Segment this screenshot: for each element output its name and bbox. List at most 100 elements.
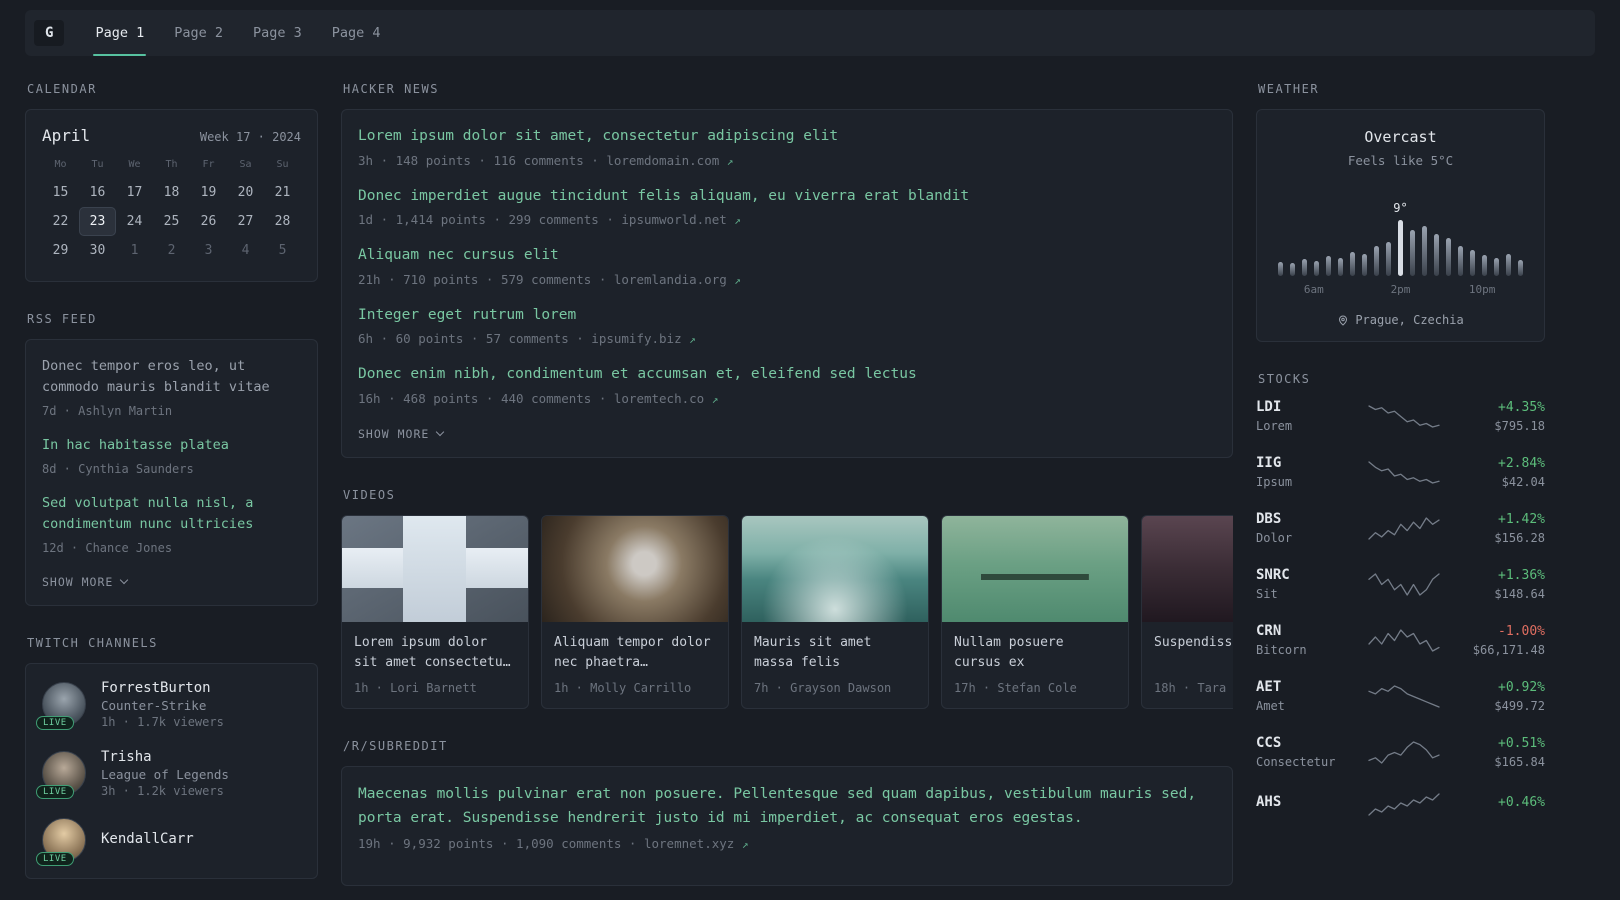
- channel-avatar[interactable]: LIVE: [36, 817, 86, 866]
- temperature-bar-chart: 9°: [1273, 192, 1528, 276]
- stock-price: $795.18: [1494, 418, 1545, 433]
- temperature-bar: [1338, 258, 1343, 276]
- page-tab[interactable]: Page 1: [80, 10, 159, 56]
- chevron-down-icon: [436, 427, 445, 437]
- stock-change: +0.46%: [1498, 794, 1545, 810]
- calendar-day[interactable]: 25: [153, 207, 190, 236]
- page-tab[interactable]: Page 4: [317, 10, 396, 56]
- weather-feels-like: Feels like 5°C: [1347, 153, 1454, 168]
- post-source-link[interactable]: loremnet.xyz ↗: [644, 836, 748, 851]
- calendar-day[interactable]: 17: [116, 178, 153, 207]
- twitch-channel[interactable]: LIVE KendallCarr: [36, 817, 301, 866]
- calendar-day[interactable]: 28: [264, 207, 301, 236]
- channel-name[interactable]: KendallCarr: [101, 831, 194, 847]
- calendar-day[interactable]: 21: [264, 178, 301, 207]
- page-tab[interactable]: Page 3: [238, 10, 317, 56]
- video-card[interactable]: Nullam posuere cursus ex 17h · Stefan Co…: [941, 514, 1129, 710]
- story-source-link[interactable]: ipsumify.biz ↗: [591, 331, 695, 346]
- post-link[interactable]: Maecenas mollis pulvinar erat non posuer…: [358, 783, 1216, 831]
- video-card[interactable]: Mauris sit amet massa felis 7h · Grayson…: [741, 514, 929, 710]
- stock-price: $66,171.48: [1472, 642, 1545, 657]
- calendar-day[interactable]: 3: [190, 236, 227, 265]
- calendar-day[interactable]: 19: [190, 178, 227, 207]
- stock-row[interactable]: DBS Dolor +1.42% $156.28: [1256, 511, 1545, 545]
- rss-section-title: RSS FEED: [27, 312, 97, 326]
- calendar-day[interactable]: 27: [227, 207, 264, 236]
- rss-show-more-button[interactable]: SHOW MORE: [42, 572, 129, 589]
- weather-panel: Overcast Feels like 5°C 9° 6am 2pm 10pm …: [1256, 109, 1545, 342]
- calendar-day[interactable]: 20: [227, 178, 264, 207]
- calendar-day[interactable]: 18: [153, 178, 190, 207]
- story-source-link[interactable]: loremdomain.com ↗: [606, 153, 733, 168]
- rss-link[interactable]: Sed volutpat nulla nisl, a condimentum n…: [42, 493, 301, 535]
- stock-symbol[interactable]: IIG: [1256, 455, 1354, 471]
- stock-symbol[interactable]: CCS: [1256, 735, 1354, 751]
- story-link[interactable]: Donec imperdiet augue tincidunt felis al…: [358, 186, 1216, 208]
- stock-row[interactable]: AET Amet +0.92% $499.72: [1256, 679, 1545, 713]
- stock-change: +0.92%: [1498, 679, 1545, 695]
- story-link[interactable]: Lorem ipsum dolor sit amet, consectetur …: [358, 126, 1216, 148]
- app-logo[interactable]: G: [34, 20, 65, 46]
- temperature-bar: [1506, 254, 1511, 276]
- calendar-day[interactable]: 23: [79, 207, 116, 236]
- video-thumbnail: [942, 515, 1128, 622]
- calendar-day[interactable]: 5: [264, 236, 301, 265]
- temperature-bar: [1410, 230, 1415, 276]
- stock-name: Dolor: [1256, 531, 1293, 545]
- story-link[interactable]: Aliquam nec cursus elit: [358, 245, 1216, 267]
- stock-row[interactable]: CCS Consectetur +0.51% $165.84: [1256, 735, 1545, 769]
- calendar-day[interactable]: 24: [116, 207, 153, 236]
- calendar-day[interactable]: 29: [42, 236, 79, 265]
- stock-symbol[interactable]: AHS: [1256, 794, 1354, 810]
- calendar-day[interactable]: 2: [153, 236, 190, 265]
- calendar-day[interactable]: 26: [190, 207, 227, 236]
- stock-symbol[interactable]: AET: [1256, 679, 1354, 695]
- stock-row[interactable]: IIG Ipsum +2.84% $42.04: [1256, 455, 1545, 489]
- stocks-section-title: STOCKS: [1258, 372, 1311, 386]
- video-card[interactable]: Lorem ipsum dolor sit amet consectetu… 1…: [341, 514, 529, 710]
- page-tab[interactable]: Page 2: [159, 10, 238, 56]
- videos-widget: VIDEOS Lorem ipsum dolor sit amet consec…: [341, 488, 1233, 710]
- channel-meta: 1h · 1.7k viewers: [101, 714, 224, 729]
- stock-row[interactable]: CRN Bitcorn -1.00% $66,171.48: [1256, 623, 1545, 657]
- live-badge: LIVE: [36, 851, 74, 866]
- video-meta: 18h · Tara: [1154, 680, 1227, 695]
- channel-avatar[interactable]: LIVE: [36, 682, 86, 731]
- stock-row[interactable]: SNRC Sit +1.36% $148.64: [1256, 567, 1545, 601]
- stock-symbol[interactable]: CRN: [1256, 623, 1354, 639]
- story-source-link[interactable]: ipsumworld.net ↗: [621, 212, 741, 227]
- temperature-bar: [1362, 254, 1367, 276]
- weather-section-title: WEATHER: [1258, 82, 1320, 96]
- hackernews-show-more-button[interactable]: SHOW MORE: [358, 424, 445, 441]
- story-source-link[interactable]: loremlandia.org ↗: [614, 272, 741, 287]
- calendar-day[interactable]: 30: [79, 236, 116, 265]
- channel-avatar[interactable]: LIVE: [36, 751, 86, 800]
- rss-link[interactable]: Donec tempor eros leo, ut commodo mauris…: [42, 356, 301, 398]
- video-card[interactable]: Aliquam tempor dolor nec phaetra… 1h · M…: [541, 514, 729, 710]
- twitch-channel[interactable]: LIVE ForrestBurton Counter-Strike 1h · 1…: [36, 680, 301, 731]
- stock-symbol[interactable]: DBS: [1256, 511, 1354, 527]
- stock-sparkline: [1367, 405, 1440, 428]
- twitch-panel: LIVE ForrestBurton Counter-Strike 1h · 1…: [25, 662, 318, 879]
- stock-row[interactable]: LDI Lorem +4.35% $795.18: [1256, 399, 1545, 433]
- stock-row[interactable]: AHS +0.46%: [1256, 791, 1545, 817]
- story-link[interactable]: Integer eget rutrum lorem: [358, 305, 1216, 327]
- time-label: 6am: [1303, 283, 1324, 296]
- stock-symbol[interactable]: SNRC: [1256, 567, 1354, 583]
- twitch-channel[interactable]: LIVE Trisha League of Legends 3h · 1.2k …: [36, 749, 301, 800]
- calendar-day[interactable]: 15: [42, 178, 79, 207]
- stock-change: -1.00%: [1498, 623, 1545, 639]
- calendar-day[interactable]: 4: [227, 236, 264, 265]
- story-source-link[interactable]: loremtech.co ↗: [614, 391, 718, 406]
- external-link-icon: ↗: [726, 154, 734, 168]
- calendar-day[interactable]: 16: [79, 178, 116, 207]
- story-link[interactable]: Donec enim nibh, condimentum et accumsan…: [358, 364, 1216, 386]
- calendar-day[interactable]: 22: [42, 207, 79, 236]
- stock-symbol[interactable]: LDI: [1256, 399, 1354, 415]
- rss-panel: Donec tempor eros leo, ut commodo mauris…: [25, 339, 318, 606]
- rss-link[interactable]: In hac habitasse platea: [42, 435, 301, 456]
- video-card[interactable]: Suspendisse diam 18h · Tara: [1141, 514, 1233, 710]
- calendar-day[interactable]: 1: [116, 236, 153, 265]
- channel-name[interactable]: Trisha: [101, 749, 229, 765]
- channel-name[interactable]: ForrestBurton: [101, 680, 224, 696]
